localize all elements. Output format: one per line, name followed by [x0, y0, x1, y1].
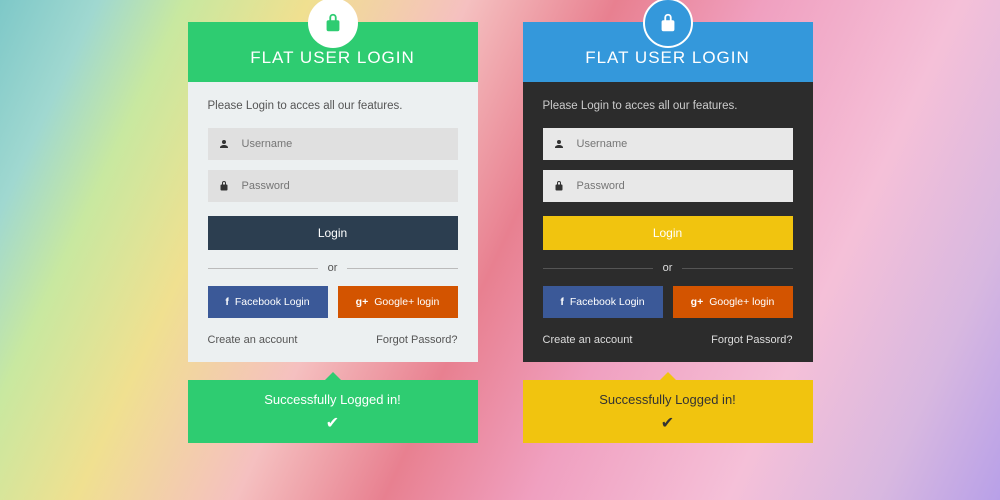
check-icon: ✔ — [188, 413, 478, 433]
facebook-icon: f — [225, 296, 229, 308]
or-separator: or — [208, 262, 458, 274]
user-icon — [218, 138, 234, 150]
login-card: FLAT USER LOGIN Please Login to acces al… — [188, 22, 478, 362]
lock-small-icon — [218, 180, 234, 192]
forgot-password-link[interactable]: Forgot Passord? — [711, 334, 792, 346]
login-card: FLAT USER LOGIN Please Login to acces al… — [523, 22, 813, 362]
lock-icon — [657, 12, 679, 34]
username-input[interactable] — [577, 138, 783, 150]
google-plus-icon: g+ — [356, 296, 369, 308]
create-account-link[interactable]: Create an account — [543, 334, 633, 346]
or-label: or — [653, 262, 683, 274]
social-login-row: f Facebook Login g+ Google+ login — [208, 286, 458, 318]
prompt-text: Please Login to acces all our features. — [208, 100, 458, 112]
login-card-green: FLAT USER LOGIN Please Login to acces al… — [188, 22, 478, 443]
footer-links: Create an account Forgot Passord? — [543, 334, 793, 346]
facebook-label: Facebook Login — [570, 296, 645, 308]
login-button[interactable]: Login — [543, 216, 793, 250]
facebook-login-button[interactable]: f Facebook Login — [543, 286, 663, 318]
google-login-button[interactable]: g+ Google+ login — [673, 286, 793, 318]
social-login-row: f Facebook Login g+ Google+ login — [543, 286, 793, 318]
lock-small-icon — [553, 180, 569, 192]
username-field-wrap[interactable] — [543, 128, 793, 160]
user-icon — [553, 138, 569, 150]
or-separator: or — [543, 262, 793, 274]
success-toast: Successfully Logged in! ✔ — [188, 380, 478, 443]
create-account-link[interactable]: Create an account — [208, 334, 298, 346]
card-body: Please Login to acces all our features. … — [188, 82, 478, 362]
login-card-blue: FLAT USER LOGIN Please Login to acces al… — [523, 22, 813, 443]
toast-message: Successfully Logged in! — [188, 392, 478, 407]
password-field-wrap[interactable] — [543, 170, 793, 202]
footer-links: Create an account Forgot Passord? — [208, 334, 458, 346]
facebook-icon: f — [560, 296, 564, 308]
facebook-login-button[interactable]: f Facebook Login — [208, 286, 328, 318]
google-label: Google+ login — [709, 296, 774, 308]
lock-icon — [322, 12, 344, 34]
lock-icon-circle — [308, 0, 358, 48]
username-input[interactable] — [242, 138, 448, 150]
facebook-label: Facebook Login — [235, 296, 310, 308]
login-button[interactable]: Login — [208, 216, 458, 250]
google-label: Google+ login — [374, 296, 439, 308]
toast-message: Successfully Logged in! — [523, 392, 813, 407]
password-field-wrap[interactable] — [208, 170, 458, 202]
success-toast: Successfully Logged in! ✔ — [523, 380, 813, 443]
lock-icon-circle — [643, 0, 693, 48]
password-input[interactable] — [577, 180, 783, 192]
google-login-button[interactable]: g+ Google+ login — [338, 286, 458, 318]
google-plus-icon: g+ — [691, 296, 704, 308]
or-label: or — [318, 262, 348, 274]
prompt-text: Please Login to acces all our features. — [543, 100, 793, 112]
card-body: Please Login to acces all our features. … — [523, 82, 813, 362]
password-input[interactable] — [242, 180, 448, 192]
username-field-wrap[interactable] — [208, 128, 458, 160]
check-icon: ✔ — [523, 413, 813, 433]
forgot-password-link[interactable]: Forgot Passord? — [376, 334, 457, 346]
